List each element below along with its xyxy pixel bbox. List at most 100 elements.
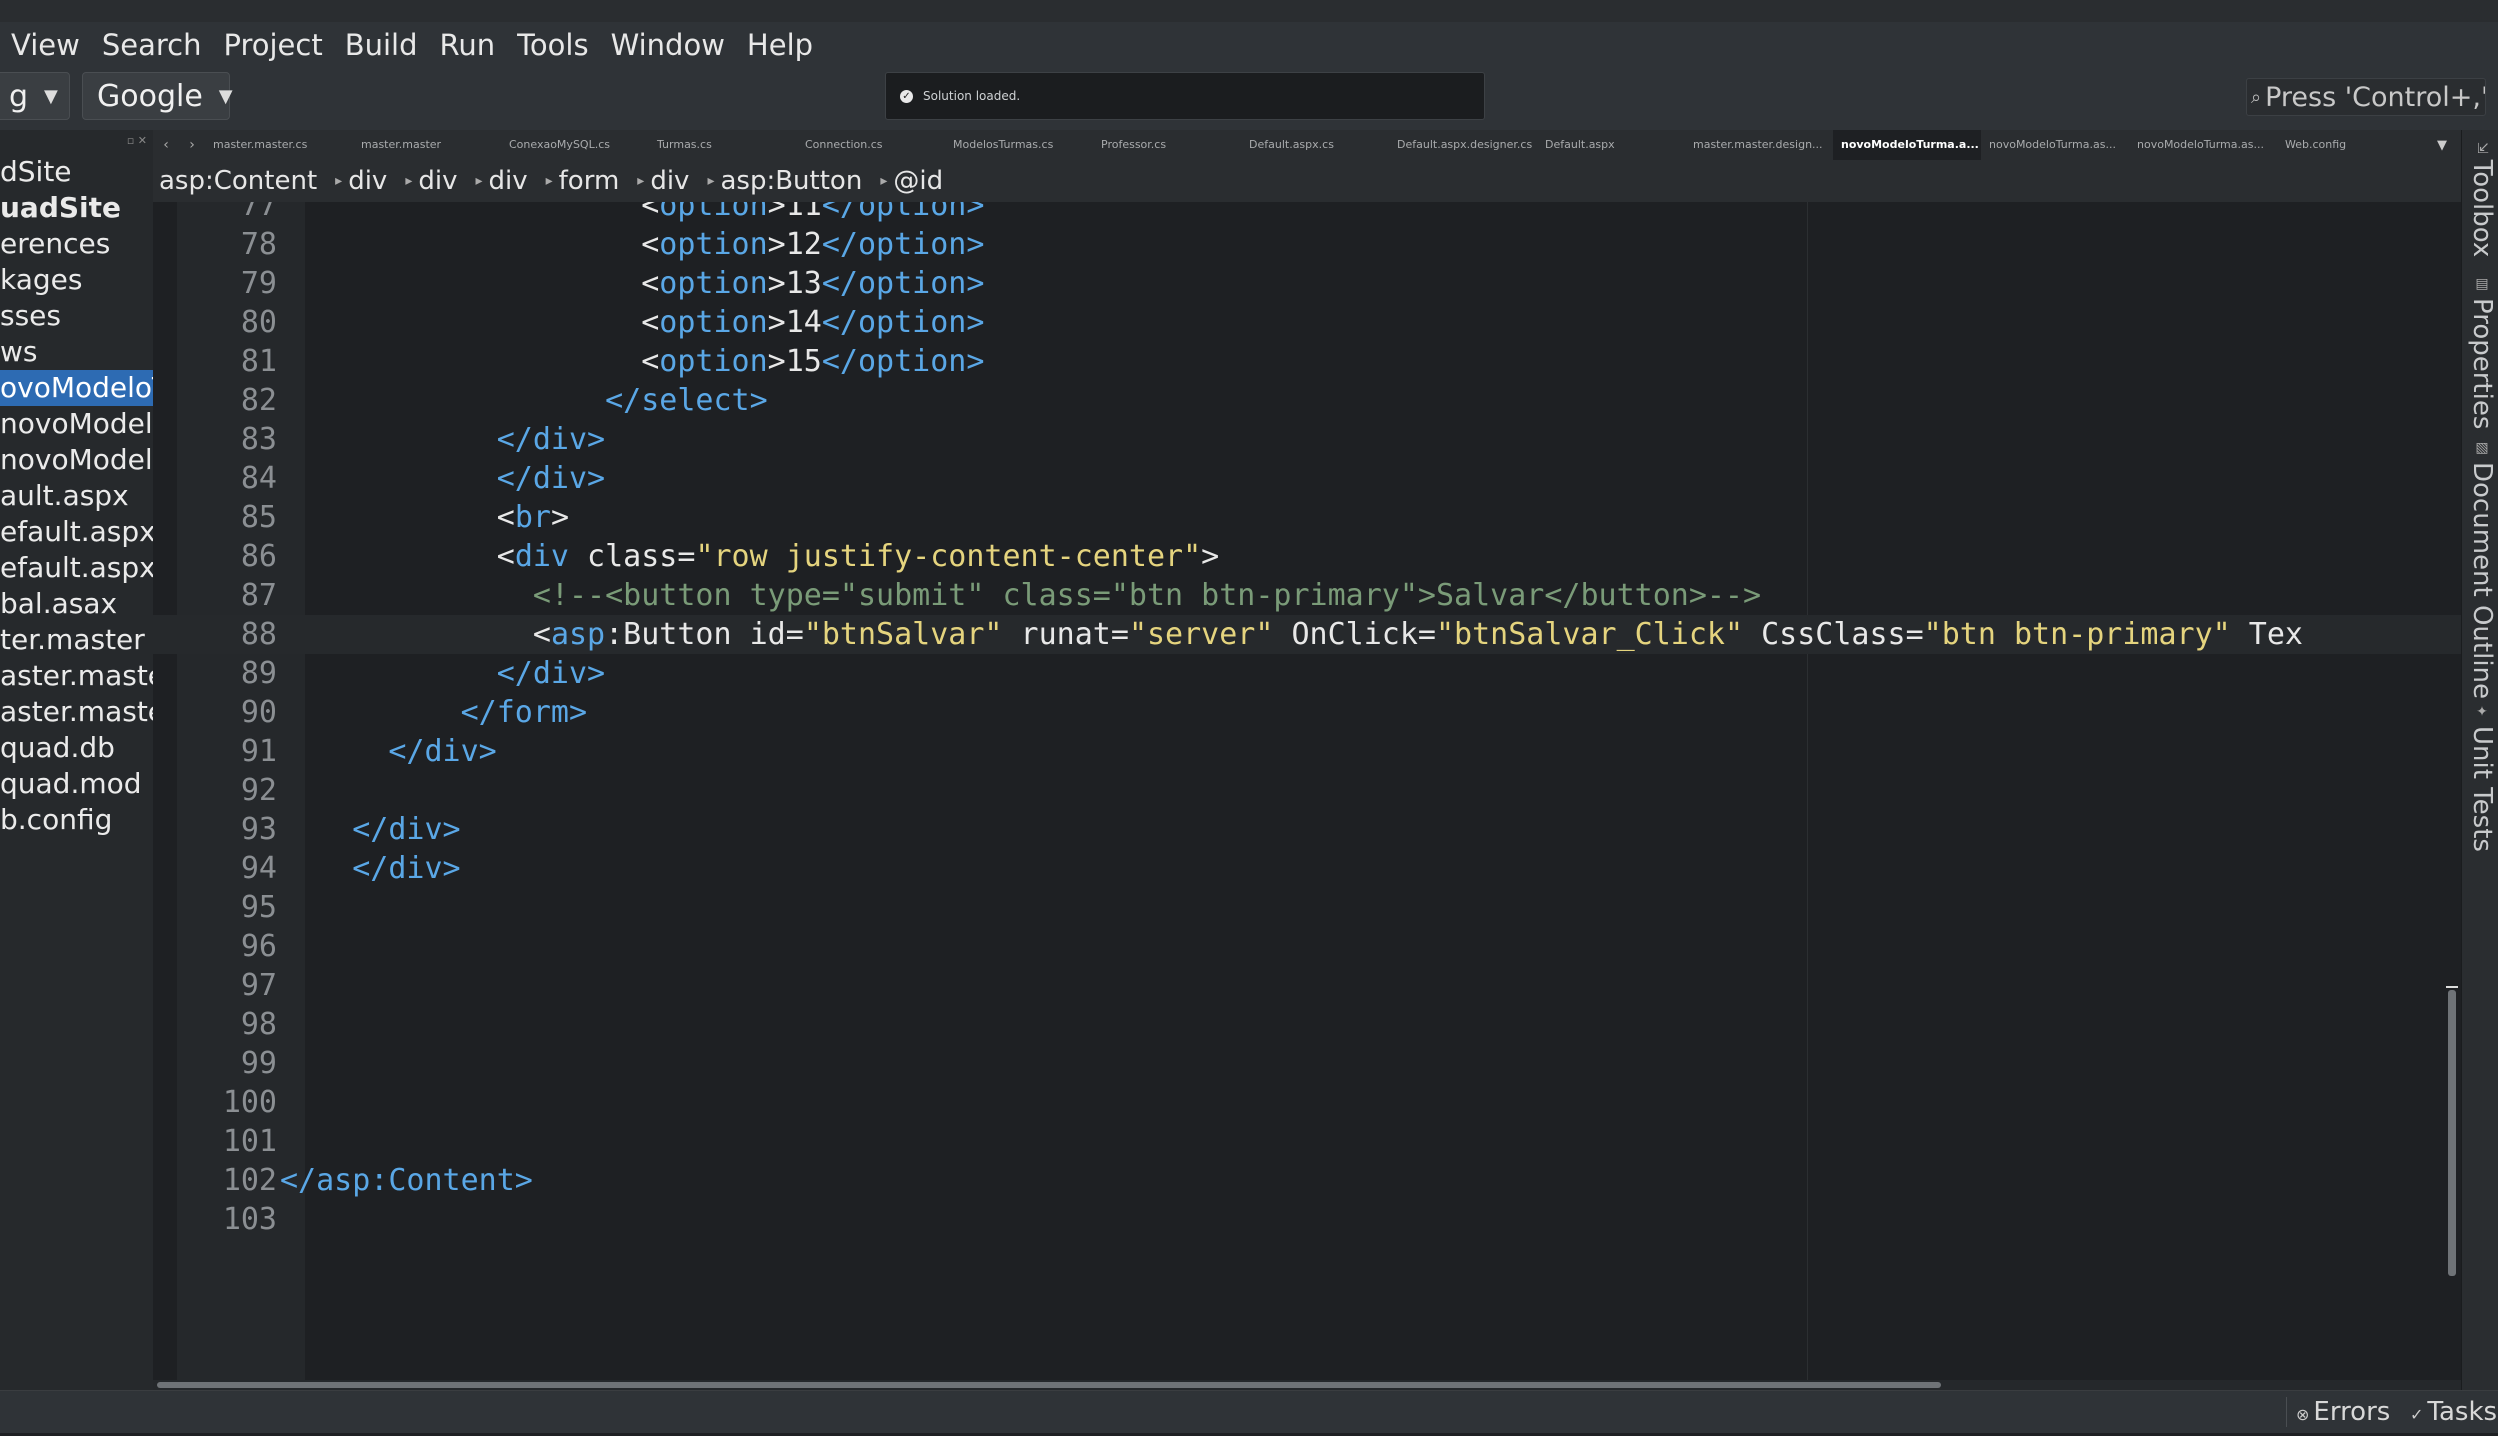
solution-tree-item[interactable]: ws bbox=[0, 334, 153, 370]
code-token: CssClass= bbox=[1743, 617, 1924, 652]
breadcrumb-segment[interactable]: div bbox=[644, 166, 697, 196]
tab-document[interactable]: novoModeloTurma.as... bbox=[2129, 130, 2277, 160]
breadcrumb-segment[interactable]: div bbox=[342, 166, 395, 196]
solution-tree-item[interactable]: kages bbox=[0, 262, 153, 298]
menu-run[interactable]: Run bbox=[429, 22, 507, 68]
configuration-combo[interactable]: g ▼ bbox=[0, 72, 70, 120]
solution-tree-item[interactable]: ovoModeloT bbox=[0, 370, 153, 406]
code-editor[interactable]: 77 <option>11</option> 78 <option>12</opt… bbox=[153, 202, 2461, 1380]
run-target-combo[interactable]: Google ▼ bbox=[82, 72, 233, 120]
menu-help[interactable]: Help bbox=[736, 22, 824, 68]
line-number: 101 bbox=[222, 1124, 277, 1159]
solution-tree-item[interactable]: quad.db bbox=[0, 730, 153, 766]
solution-tree-item[interactable]: ter.master bbox=[0, 622, 153, 658]
code-token: > bbox=[767, 227, 786, 262]
menu-bar: View Search Project Build Run Tools Wind… bbox=[0, 22, 2498, 68]
code-text: <!--<button type="submit" class="btn btn… bbox=[280, 576, 1761, 615]
line-number: 79 bbox=[240, 266, 277, 301]
line-number: 84 bbox=[240, 461, 277, 496]
horizontal-scrollbar-thumb[interactable] bbox=[157, 1382, 1941, 1388]
tab-document[interactable]: Connection.cs bbox=[797, 130, 945, 160]
solution-tree-item[interactable]: b.config bbox=[0, 802, 153, 838]
code-line: 82 </select> bbox=[153, 381, 2461, 420]
breadcrumb-segment[interactable]: form bbox=[553, 166, 628, 196]
code-token: < bbox=[641, 227, 660, 262]
code-line: 78 <option>12</option> bbox=[153, 225, 2461, 264]
breadcrumb-segment[interactable]: div bbox=[412, 166, 465, 196]
solution-tree-item[interactable]: novoModelo bbox=[0, 442, 153, 478]
menu-tools[interactable]: Tools bbox=[506, 22, 599, 68]
tab-document[interactable]: Web.config bbox=[2277, 130, 2425, 160]
solution-tree-item[interactable]: bal.asax bbox=[0, 586, 153, 622]
code-token: 13 bbox=[785, 266, 822, 301]
code-text: </form> bbox=[280, 693, 587, 732]
breadcrumb-segment[interactable]: asp:Button bbox=[714, 166, 870, 196]
tab-document[interactable]: Default.aspx bbox=[1537, 130, 1685, 160]
global-search-input[interactable]: ⌕ Press 'Control+,' t bbox=[2246, 78, 2486, 116]
code-token: </div> bbox=[388, 734, 497, 769]
menu-view[interactable]: View bbox=[0, 22, 91, 68]
toolbox-pad-tab[interactable]: ⇲ Toolbox bbox=[2467, 142, 2497, 257]
tab-document[interactable]: master.master.design... bbox=[1685, 130, 1833, 160]
solution-tree-item[interactable]: aster.master bbox=[0, 694, 153, 730]
menu-search[interactable]: Search bbox=[91, 22, 213, 68]
solution-tree-item[interactable]: erences bbox=[0, 226, 153, 262]
solution-tree-item[interactable]: sses bbox=[0, 298, 153, 334]
tab-document[interactable]: Professor.cs bbox=[1093, 130, 1241, 160]
breadcrumb-segment[interactable]: asp:Content bbox=[153, 166, 325, 196]
tasks-label: Tasks bbox=[2427, 1397, 2498, 1427]
solution-tree-item[interactable]: aster.master bbox=[0, 658, 153, 694]
tab-list-dropdown-icon[interactable]: ▼ bbox=[2437, 138, 2447, 153]
tab-document[interactable]: ConexaoMySQL.cs bbox=[501, 130, 649, 160]
tab-document[interactable]: Default.aspx.designer.cs bbox=[1389, 130, 1537, 160]
chevron-left-icon[interactable]: ‹ bbox=[153, 137, 179, 153]
menu-build[interactable]: Build bbox=[334, 22, 429, 68]
horizontal-scrollbar[interactable] bbox=[153, 1380, 2461, 1390]
tab-document[interactable]: Turmas.cs bbox=[649, 130, 797, 160]
solution-tree-item[interactable]: novoModelo bbox=[0, 406, 153, 442]
chevron-right-icon[interactable]: › bbox=[179, 137, 205, 153]
errors-button[interactable]: ⊗ Errors bbox=[2296, 1391, 2390, 1433]
tab-document[interactable]: Default.aspx.cs bbox=[1241, 130, 1389, 160]
breadcrumb-segment[interactable]: @id bbox=[887, 166, 951, 196]
tab-document[interactable]: master.master.cs bbox=[205, 130, 353, 160]
code-token: < bbox=[496, 539, 515, 574]
solution-tree-item[interactable]: uadSite bbox=[0, 190, 153, 226]
tab-document[interactable]: novoModeloTurma.as... bbox=[1981, 130, 2129, 160]
line-number: 98 bbox=[240, 1007, 277, 1042]
vertical-scrollbar-thumb[interactable] bbox=[2448, 990, 2456, 1276]
properties-pad-tab[interactable]: ▤ Properties bbox=[2467, 276, 2497, 429]
line-number: 94 bbox=[240, 851, 277, 886]
code-token: "server" bbox=[1128, 617, 1274, 652]
menu-window[interactable]: Window bbox=[600, 22, 736, 68]
code-text: <option>12</option> bbox=[280, 225, 984, 264]
document-outline-pad-tab[interactable]: ▧ Document Outline bbox=[2467, 440, 2497, 699]
breadcrumb-separator-icon: ▸ bbox=[637, 173, 645, 189]
breadcrumb-segment[interactable]: div bbox=[483, 166, 536, 196]
solution-tree-item[interactable]: ault.aspx bbox=[0, 478, 153, 514]
solution-tree-item[interactable]: efault.aspx.c bbox=[0, 550, 153, 586]
code-token: < bbox=[532, 617, 551, 652]
solution-tree-item[interactable]: dSite bbox=[0, 154, 153, 190]
tab-active-document[interactable]: novoModeloTurma.a... bbox=[1833, 130, 1981, 160]
code-line: 81 <option>15</option> bbox=[153, 342, 2461, 381]
pad-controls-icon[interactable]: ▫ ✕ bbox=[127, 134, 147, 147]
menu-project[interactable]: Project bbox=[212, 22, 333, 68]
tab-document[interactable]: master.master bbox=[353, 130, 501, 160]
tab-document[interactable]: ModelosTurmas.cs bbox=[945, 130, 1093, 160]
line-number: 97 bbox=[240, 968, 277, 1003]
unit-tests-pad-tab[interactable]: ✦ Unit Tests bbox=[2467, 704, 2497, 852]
code-line: 86 <div class="row justify-content-cente… bbox=[153, 537, 2461, 576]
code-token: > bbox=[1201, 539, 1220, 574]
solution-tree-item[interactable]: efault.aspx.c bbox=[0, 514, 153, 550]
code-line: 101 bbox=[153, 1122, 2461, 1161]
solution-tree-item[interactable]: quad.mod bbox=[0, 766, 153, 802]
code-token: "btn btn-primary" bbox=[1923, 617, 2231, 652]
tasks-button[interactable]: ✓ Tasks bbox=[2410, 1391, 2497, 1433]
main-toolbar: g ▼ Google ▼ ✓ Solution loaded. ⌕ Press … bbox=[0, 68, 2498, 131]
